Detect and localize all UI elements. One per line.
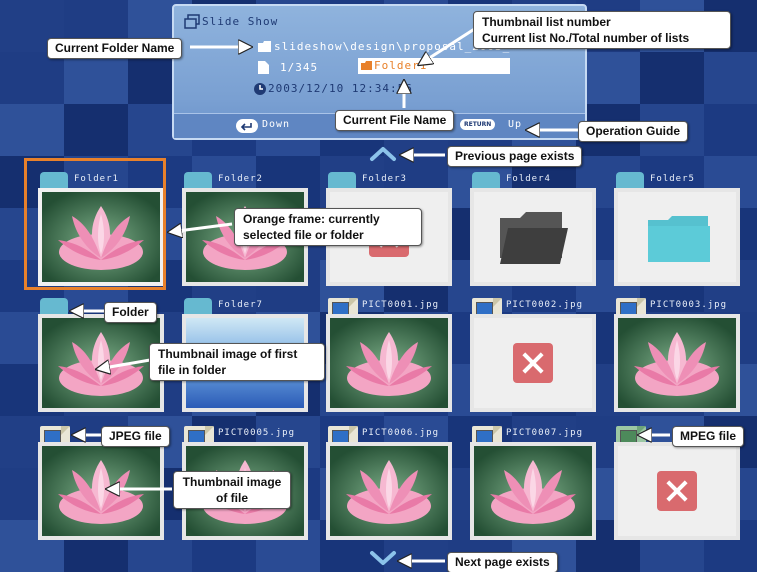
callout-previous-page: Previous page exists [447, 146, 583, 167]
callout-current-file-name: Current File Name [335, 110, 455, 131]
callout-current-list-no: Current list No./Total number of lists [482, 31, 690, 45]
callout-orange-frame: Orange frame: currently selected file or… [234, 208, 422, 246]
callout-thumbnail-list-number-line1: Thumbnail list number [482, 15, 611, 29]
callout-current-folder-name: Current Folder Name [47, 38, 183, 59]
callout-jpeg-file: JPEG file [101, 426, 170, 447]
callout-arrow [98, 358, 151, 369]
callout-next-page: Next page exists [447, 552, 558, 572]
callout-thumb-first-file: Thumbnail image of first file in folder [149, 343, 325, 381]
callout-arrow [420, 26, 477, 64]
callout-arrow [170, 222, 233, 232]
callout-mpeg-file: MPEG file [672, 426, 745, 447]
callout-operation-guide: Operation Guide [578, 121, 689, 142]
callout-arrows [0, 26, 670, 572]
callout-folder: Folder [104, 302, 157, 323]
callout-thumb-of-file: Thumbnail image of file [173, 471, 291, 509]
slideshow-screen: Slide Show slideshow\design\proposal_200… [0, 0, 757, 572]
callout-thumbnail-list-number: Thumbnail list number Current list No./T… [473, 11, 731, 49]
